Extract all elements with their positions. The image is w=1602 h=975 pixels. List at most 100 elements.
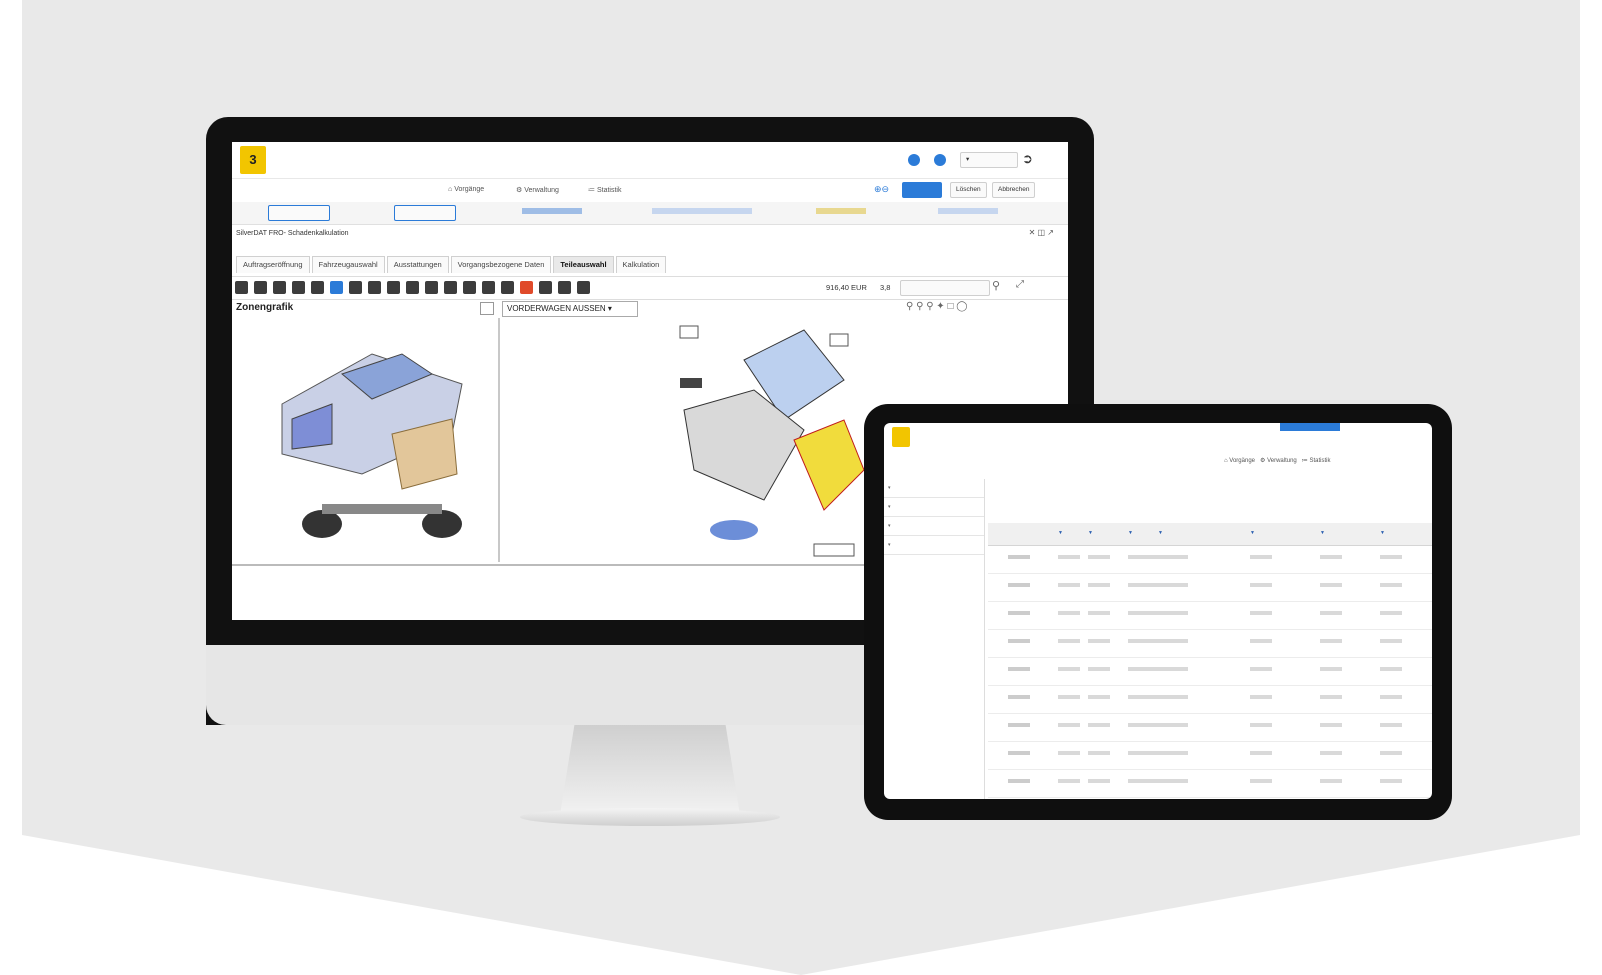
tool-icon[interactable]: [254, 281, 267, 294]
cell-placeholder: [1058, 695, 1080, 699]
action-link-3[interactable]: [522, 208, 582, 214]
nav-tab-vorgaenge[interactable]: ⌂ Vorgänge: [1224, 458, 1255, 464]
tool-icon[interactable]: [292, 281, 305, 294]
expand-icon[interactable]: ⤢: [1016, 279, 1024, 290]
filter-dropdown[interactable]: ▾: [884, 498, 984, 517]
nav-tab-statistik[interactable]: ≔ Statistik: [588, 186, 621, 194]
search-icon[interactable]: ⚲: [992, 279, 1000, 292]
monitor-stand: [560, 725, 740, 815]
cell-placeholder: [1158, 695, 1180, 699]
help-icon[interactable]: [934, 154, 946, 166]
tool-icon[interactable]: [330, 281, 343, 294]
nav-tab-vorgaenge[interactable]: ⌂ Vorgänge: [448, 186, 484, 193]
delete-button[interactable]: Löschen: [950, 182, 987, 198]
table-row[interactable]: [988, 574, 1432, 602]
filter-icon[interactable]: ▼: [1320, 530, 1325, 536]
action-button-2[interactable]: [394, 205, 456, 221]
table-row[interactable]: [988, 546, 1432, 574]
filter-icon[interactable]: ▼: [1128, 530, 1133, 536]
panel-header: Zonengrafik VORDERWAGEN AUSSEN ▾ ⚲ ⚲ ⚲ ✦…: [232, 300, 1068, 318]
tool-icon[interactable]: [349, 281, 362, 294]
tool-icon[interactable]: [425, 281, 438, 294]
cancel-button[interactable]: Abbrechen: [992, 182, 1036, 198]
price-qty: 3,8: [880, 283, 891, 292]
zoom-tools[interactable]: ⚲ ⚲ ⚲ ✦ □ ◯: [906, 301, 967, 312]
table-row[interactable]: [988, 658, 1432, 686]
tool-icon[interactable]: [368, 281, 381, 294]
table-row[interactable]: [988, 714, 1432, 742]
zoom-controls[interactable]: ⊕⊖: [874, 184, 889, 195]
view-select[interactable]: VORDERWAGEN AUSSEN ▾: [502, 301, 638, 317]
filter-dropdown[interactable]: ▾: [884, 517, 984, 536]
table-row[interactable]: [988, 742, 1432, 770]
cell-placeholder: [1320, 667, 1342, 671]
filter-sidebar: ▾ ▾ ▾ ▾: [884, 479, 985, 799]
action-link-5[interactable]: [816, 208, 866, 214]
tab-kalkulation[interactable]: Kalkulation: [615, 256, 667, 273]
primary-action-button[interactable]: [902, 182, 942, 198]
part-callout[interactable]: [680, 378, 702, 388]
filter-dropdown[interactable]: ▾: [884, 479, 984, 498]
thumbnail-icon[interactable]: [679, 325, 699, 339]
tab-teileauswahl[interactable]: Teileauswahl: [553, 256, 614, 273]
zone-graphic[interactable]: [252, 324, 492, 560]
list-icon[interactable]: [558, 281, 571, 294]
search-input[interactable]: [900, 280, 990, 296]
action-link-6[interactable]: [938, 208, 998, 214]
cell-placeholder: [1320, 779, 1342, 783]
logout-icon[interactable]: ➲: [1022, 151, 1033, 167]
cell-placeholder: [1320, 695, 1342, 699]
camera-icon[interactable]: [539, 281, 552, 294]
menu-icon[interactable]: [235, 281, 248, 294]
tool-icon[interactable]: [387, 281, 400, 294]
tool-icon[interactable]: [463, 281, 476, 294]
table-row[interactable]: [988, 770, 1432, 798]
grid-icon[interactable]: [577, 281, 590, 294]
table-row[interactable]: [988, 602, 1432, 630]
tab-vorgangsbezogene-daten[interactable]: Vorgangsbezogene Daten: [450, 256, 552, 273]
cell-placeholder: [1250, 639, 1272, 643]
tool-icon[interactable]: [482, 281, 495, 294]
tool-icon[interactable]: [444, 281, 457, 294]
cell-placeholder: [1008, 723, 1030, 727]
tablet-primary-button[interactable]: [1280, 423, 1340, 431]
nav-tab-verwaltung[interactable]: ⚙ Verwaltung: [1260, 458, 1297, 464]
action-link-4[interactable]: [652, 208, 752, 214]
table-row[interactable]: [988, 630, 1432, 658]
tool-icon[interactable]: [406, 281, 419, 294]
nav-tab-verwaltung[interactable]: ⚙ Verwaltung: [516, 186, 559, 194]
cell-placeholder: [1088, 667, 1110, 671]
cell-placeholder: [1250, 695, 1272, 699]
page-controls[interactable]: [813, 543, 855, 557]
filter-icon[interactable]: ▼: [1058, 530, 1063, 536]
filter-icon[interactable]: ▼: [1158, 530, 1163, 536]
tool-icon[interactable]: [311, 281, 324, 294]
cell-placeholder: [1008, 779, 1030, 783]
filter-icon[interactable]: ▼: [1250, 530, 1255, 536]
table-row[interactable]: [988, 686, 1432, 714]
language-select[interactable]: ▾: [960, 152, 1018, 168]
cell-placeholder: [1158, 583, 1180, 587]
action-button-1[interactable]: [268, 205, 330, 221]
panel-toggle[interactable]: [480, 302, 494, 315]
tab-fahrzeugauswahl[interactable]: Fahrzeugauswahl: [311, 256, 385, 273]
gear-icon: ⚙: [1260, 458, 1268, 464]
cell-placeholder: [1250, 779, 1272, 783]
chart-icon: ≔: [588, 187, 597, 194]
filter-dropdown[interactable]: ▾: [884, 536, 984, 555]
window-controls[interactable]: ✕ ◫ ↗: [1029, 228, 1054, 237]
cell-placeholder: [1250, 667, 1272, 671]
tool-icon[interactable]: [520, 281, 533, 294]
action-bar: [232, 202, 1068, 225]
panel-divider[interactable]: [498, 318, 500, 562]
user-icon[interactable]: [908, 154, 920, 166]
cell-placeholder: [1380, 611, 1402, 615]
filter-icon[interactable]: ▼: [1380, 530, 1385, 536]
tool-icon[interactable]: [273, 281, 286, 294]
tab-auftragseroeffnung[interactable]: Auftragseröffnung: [236, 256, 310, 273]
tool-icon[interactable]: [501, 281, 514, 294]
nav-tab-statistik[interactable]: ≔ Statistik: [1302, 458, 1331, 464]
filter-icon[interactable]: ▼: [1088, 530, 1093, 536]
tab-ausstattungen[interactable]: Ausstattungen: [386, 256, 449, 273]
thumbnail-icon[interactable]: [829, 333, 849, 347]
